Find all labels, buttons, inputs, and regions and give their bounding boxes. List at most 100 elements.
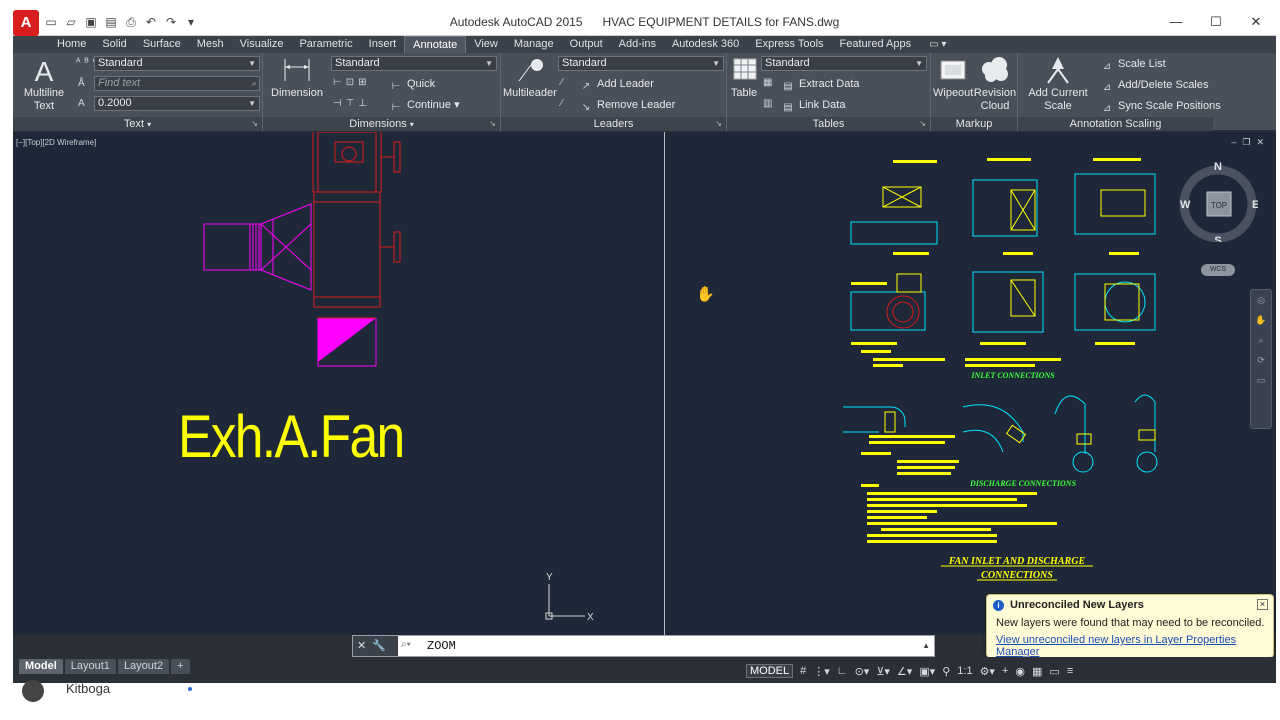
remove-leader-button[interactable]: ↘ Remove Leader: [579, 98, 675, 113]
table-style-select[interactable]: Standard ▼: [761, 56, 927, 71]
text-height-select[interactable]: 0.2000 ▼: [94, 96, 260, 111]
viewport-minimize-icon[interactable]: –: [1231, 137, 1242, 147]
pan-icon[interactable]: ✋: [1251, 310, 1271, 330]
dimension-edit-icon[interactable]: ⊣⊤⊥: [333, 98, 371, 109]
search-icon[interactable]: ⌕: [252, 77, 256, 90]
compass-s-label[interactable]: S: [1214, 235, 1221, 242]
tables-panel-title[interactable]: Tables ↘: [727, 117, 930, 131]
tab-mesh[interactable]: Mesh: [189, 36, 232, 53]
tab-insert[interactable]: Insert: [361, 36, 405, 53]
close-icon[interactable]: ✕: [357, 640, 372, 652]
dimension-tools-icon[interactable]: ⊢⊡⊞: [333, 77, 370, 88]
layout-tab-layout2[interactable]: Layout2: [117, 659, 170, 674]
zoom-icon[interactable]: ⌕: [1251, 330, 1271, 350]
tab-annotate[interactable]: Annotate: [404, 36, 467, 53]
wrench-icon[interactable]: 🔧: [372, 640, 392, 652]
tab-add-ins[interactable]: Add-ins: [611, 36, 664, 53]
add-leader-button[interactable]: ↗ Add Leader: [579, 77, 654, 92]
quick-dimension-button[interactable]: ⊢ Quick: [389, 77, 435, 92]
chevron-up-icon[interactable]: ▲: [922, 641, 930, 650]
viewport-close-icon[interactable]: ✕: [1256, 137, 1270, 147]
multileader-button[interactable]: Multileader: [503, 55, 557, 100]
compass-e-label[interactable]: E: [1252, 199, 1258, 211]
text-panel-title[interactable]: Text ▾ ↘: [13, 117, 262, 131]
add-current-scale-button[interactable]: Add Current Scale: [1024, 55, 1092, 113]
close-icon[interactable]: ✕: [1236, 8, 1276, 36]
compass-n-label[interactable]: N: [1214, 162, 1222, 173]
viewcube-top-label[interactable]: TOP: [1211, 201, 1227, 210]
add-layout-icon[interactable]: +: [171, 659, 190, 674]
command-input[interactable]: ZOOM: [427, 639, 456, 653]
customize-icon[interactable]: ≡: [1067, 665, 1073, 677]
notification-link[interactable]: View unreconciled new layers in Layer Pr…: [996, 634, 1273, 658]
dimension-button[interactable]: Dimension: [269, 55, 325, 100]
ortho-icon[interactable]: ∟: [837, 665, 848, 677]
compass-w-label[interactable]: W: [1180, 199, 1191, 211]
ribbon-display-toggle-icon[interactable]: ▭ ▾: [929, 36, 946, 53]
transparency-icon[interactable]: ▣▾: [919, 665, 935, 678]
dialog-launcher-icon[interactable]: ↘: [251, 117, 258, 131]
annotation-scale[interactable]: 1:1: [957, 665, 972, 677]
text-style-select[interactable]: Standard ▼: [94, 56, 260, 71]
dimension-style-select[interactable]: Standard ▼: [331, 56, 497, 71]
tab-solid[interactable]: Solid: [94, 36, 134, 53]
command-search-icon[interactable]: ⌕▾: [401, 639, 411, 650]
markup-panel-title[interactable]: Markup: [931, 117, 1017, 131]
tab-visualize[interactable]: Visualize: [232, 36, 292, 53]
plus-icon[interactable]: +: [1002, 665, 1008, 677]
workspace-gear-icon[interactable]: ⚙▾: [980, 665, 995, 678]
revision-cloud-button[interactable]: Revision Cloud: [973, 55, 1017, 113]
isolate-icon[interactable]: ◉: [1015, 665, 1025, 678]
leader-style-select[interactable]: Standard ▼: [558, 56, 724, 71]
dialog-launcher-icon[interactable]: ↘: [715, 117, 722, 131]
table-button[interactable]: Table: [729, 55, 759, 100]
layout-tab-model[interactable]: Model: [19, 659, 63, 674]
tab-parametric[interactable]: Parametric: [291, 36, 360, 53]
tab-express-tools[interactable]: Express Tools: [747, 36, 831, 53]
wipeout-button[interactable]: Wipeout: [933, 55, 973, 100]
wcs-menu[interactable]: WCS: [1201, 264, 1235, 276]
continue-dimension-button[interactable]: ⊢ Continue ▾: [389, 98, 460, 113]
viewport-restore-icon[interactable]: ❐: [1242, 137, 1256, 147]
dimensions-panel-title[interactable]: Dimensions ▾ ↘: [263, 117, 500, 131]
tab-view[interactable]: View: [466, 36, 506, 53]
dialog-launcher-icon[interactable]: ↘: [489, 117, 496, 131]
leaders-panel-title[interactable]: Leaders ↘: [501, 117, 726, 131]
object-snap-icon[interactable]: ⊻▾: [876, 665, 890, 678]
viewcube[interactable]: TOP N S W E: [1178, 162, 1258, 242]
maximize-icon[interactable]: ☐: [1196, 8, 1236, 36]
hardware-acceleration-icon[interactable]: ▦: [1032, 665, 1042, 678]
annotation-visibility-icon[interactable]: ⚲: [942, 665, 950, 678]
table-edit-icon[interactable]: ▦: [763, 77, 776, 88]
close-icon[interactable]: ×: [1257, 599, 1268, 610]
table-download-icon[interactable]: ▥: [763, 98, 776, 109]
find-text-input[interactable]: Find text ⌕: [94, 76, 260, 91]
tab-home[interactable]: Home: [49, 36, 94, 53]
snap-icon[interactable]: ⋮▾: [813, 665, 830, 678]
tab-featured-apps[interactable]: Featured Apps: [832, 36, 920, 53]
orbit-icon[interactable]: ⟳: [1251, 350, 1271, 370]
steering-wheel-icon[interactable]: ◎: [1251, 290, 1271, 310]
user-name[interactable]: Kitboga: [66, 681, 110, 696]
multiline-text-button[interactable]: A Multiline Text: [19, 55, 69, 113]
dialog-launcher-icon[interactable]: ↘: [919, 117, 926, 131]
collect-leaders-icon[interactable]: ⁄: [561, 98, 567, 109]
align-leaders-icon[interactable]: ⁄: [561, 77, 567, 88]
command-line[interactable]: ✕🔧 ⌕▾ ZOOM ▲: [352, 635, 935, 657]
polar-icon[interactable]: ⊙▾: [855, 665, 870, 678]
link-data-button[interactable]: ▤ Link Data: [781, 98, 845, 113]
avatar[interactable]: [22, 680, 44, 702]
extract-data-button[interactable]: ▤ Extract Data: [781, 77, 859, 92]
scale-list-button[interactable]: ⊿ Scale List: [1100, 57, 1166, 72]
sync-scale-positions-button[interactable]: ⊿ Sync Scale Positions: [1100, 99, 1221, 114]
model-space-toggle[interactable]: MODEL: [746, 664, 794, 678]
tab-autodesk-360[interactable]: Autodesk 360: [664, 36, 747, 53]
grid-icon[interactable]: #: [800, 665, 806, 677]
clean-screen-icon[interactable]: ▭: [1049, 665, 1059, 678]
minimize-icon[interactable]: —: [1156, 8, 1196, 36]
showmotion-icon[interactable]: ▭: [1251, 370, 1271, 390]
lineweight-icon[interactable]: ∠▾: [897, 665, 912, 678]
tab-output[interactable]: Output: [562, 36, 611, 53]
tab-manage[interactable]: Manage: [506, 36, 562, 53]
tab-surface[interactable]: Surface: [135, 36, 189, 53]
